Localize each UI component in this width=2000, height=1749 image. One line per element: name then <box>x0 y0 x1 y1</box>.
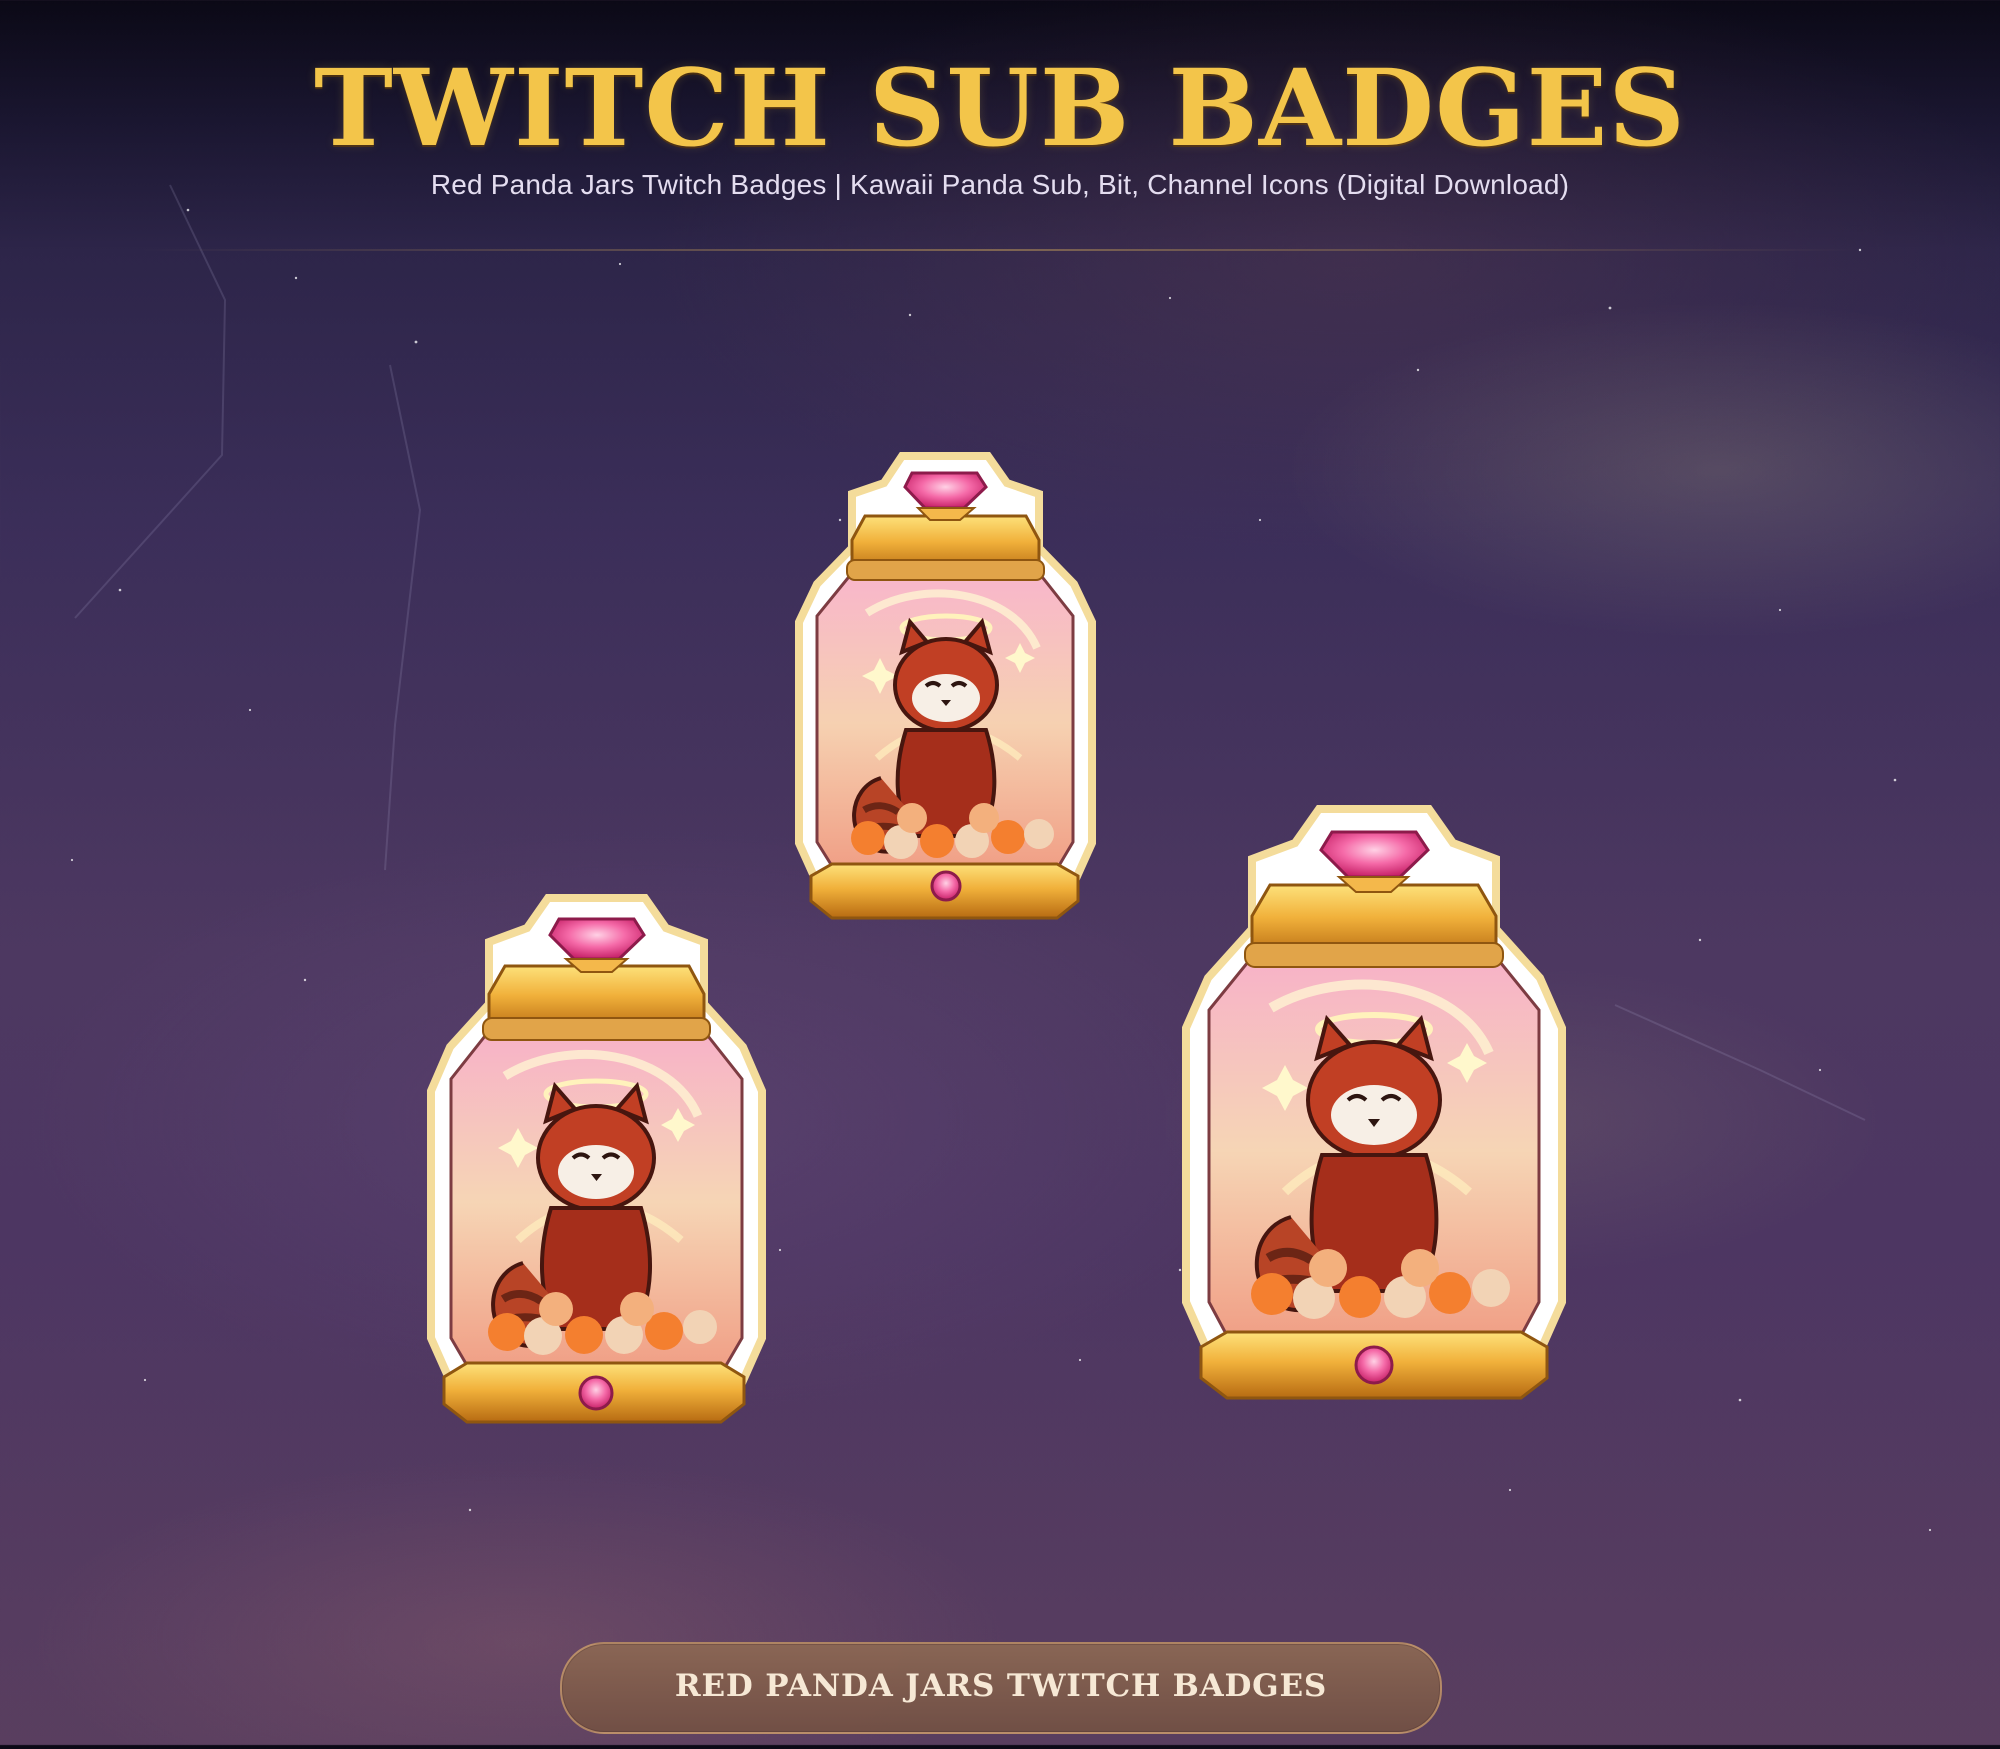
footer-banner-label: RED PANDA JARS TWITCH BADGES <box>674 1668 1328 1704</box>
red-panda-jar-icon <box>427 894 766 1424</box>
red-panda-jar-badge <box>792 438 1099 931</box>
red-panda-jar-icon <box>795 452 1096 920</box>
red-panda-jar-icon <box>1182 805 1566 1400</box>
red-panda-jar-badge <box>423 880 770 1435</box>
red-panda-jar-badge <box>1177 789 1571 1412</box>
footer-banner: RED PANDA JARS TWITCH BADGES <box>560 1642 1442 1734</box>
badge-showcase <box>0 0 2000 1745</box>
